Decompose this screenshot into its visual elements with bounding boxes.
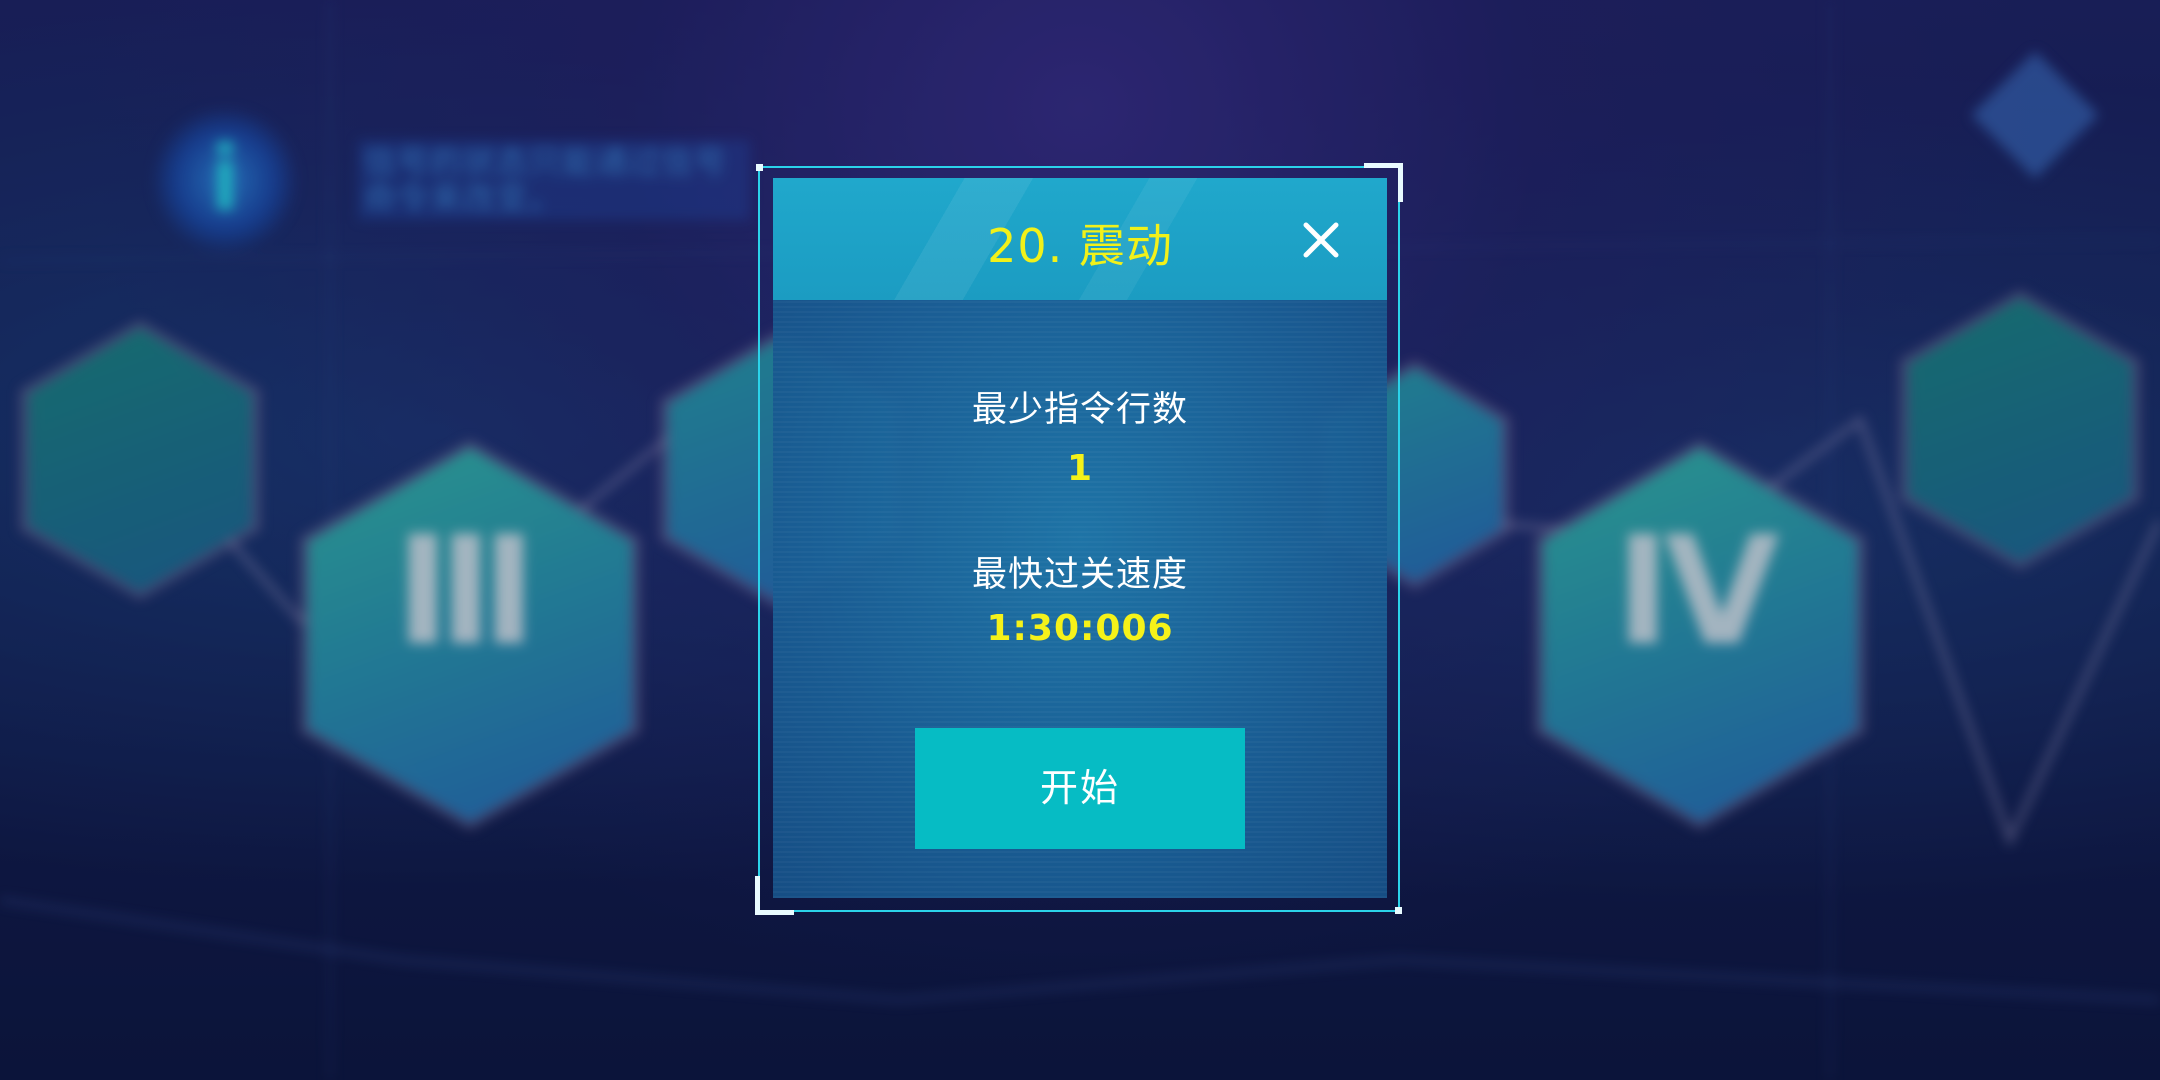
close-button[interactable] bbox=[1301, 220, 1341, 260]
dialog-header: 20. 震动 bbox=[773, 178, 1387, 300]
min-lines-label: 最少指令行数 bbox=[971, 390, 1188, 430]
min-lines-value: 1 bbox=[1066, 448, 1094, 489]
close-icon bbox=[1303, 222, 1339, 258]
fastest-speed-label: 最快过关速度 bbox=[971, 555, 1188, 595]
game-screen: i 信号的状态只能通过信号命令来改变。 Ⅲ Ⅳ 20. 震动 最少指令行数 1 … bbox=[0, 0, 2160, 1080]
frame-dot bbox=[1395, 907, 1402, 914]
start-button[interactable]: 开始 bbox=[915, 728, 1245, 849]
level-dialog: 20. 震动 最少指令行数 1 最快过关速度 1:30:006 开始 bbox=[773, 178, 1387, 898]
dialog-title: 20. 震动 bbox=[987, 219, 1173, 273]
frame-dot bbox=[756, 164, 763, 171]
fastest-speed-value: 1:30:006 bbox=[986, 608, 1174, 649]
